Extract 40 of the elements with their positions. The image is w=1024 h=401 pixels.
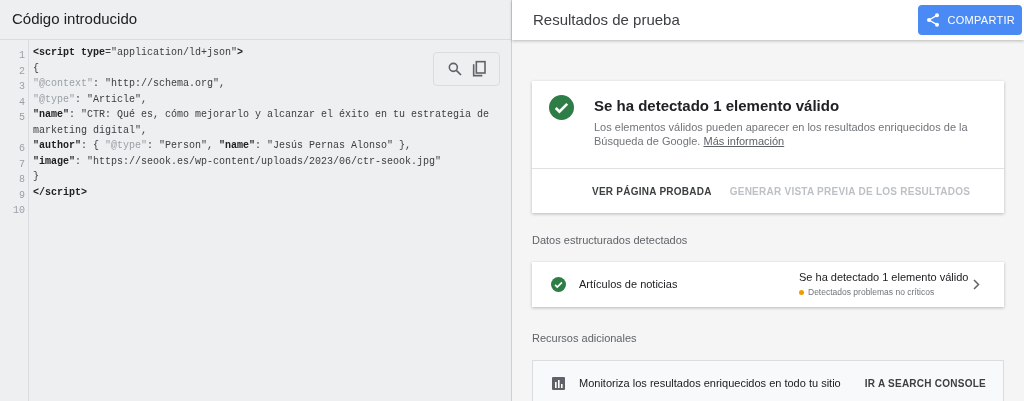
- panel-title: Resultados de prueba: [533, 9, 680, 30]
- check-icon: [549, 95, 574, 120]
- code-line: {: [33, 62, 39, 74]
- line-number: 3: [19, 81, 25, 92]
- section-heading: Recursos adicionales: [532, 330, 638, 346]
- item-note: Detectados problemas no críticos: [808, 285, 935, 299]
- structured-data-row[interactable]: Artículos de noticias Se ha detectado 1 elemento válido Detectados problemas no críticos: [532, 261, 1004, 307]
- line-number: 10: [13, 205, 25, 216]
- section-heading: Datos estructurados detectados: [532, 233, 689, 248]
- share-icon: [924, 12, 941, 28]
- code-line: "author": { "@type": "Person", "name": "Jesús Pernas Alonso" },: [33, 140, 412, 151]
- summary-description: Los elementos válidos pueden aparecer en los resultados enriquecidos de la Búsqueda de Google. Más información: [594, 120, 969, 148]
- search-console-button[interactable]: IR A SEARCH CONSOLE: [864, 376, 986, 391]
- bar-chart-icon: [552, 377, 565, 390]
- code-line: "name": "CTR: Qué es, cómo mejorarlo y alcanzar el éxito en tu estrategia de marketing digital",: [33, 109, 491, 136]
- code-line: }: [33, 171, 39, 182]
- resource-text: Monitoriza los resultados enriquecidos en todo tu sitio: [579, 376, 842, 392]
- search-icon[interactable]: [446, 61, 463, 77]
- item-name: Artículos de noticias: [579, 276, 679, 292]
- line-number: 9: [19, 189, 25, 201]
- code-line: </script>: [33, 186, 87, 198]
- line-number: 1: [19, 50, 25, 61]
- line-number: 6: [19, 143, 25, 154]
- copy-icon[interactable]: [470, 60, 487, 78]
- code-line: "@context": "http://schema.org",: [33, 78, 226, 89]
- more-info-link[interactable]: Más información: [703, 135, 785, 147]
- line-number: 8: [19, 174, 25, 185]
- code-line: <script type="application/ld+json">: [33, 47, 244, 58]
- line-number: 2: [19, 65, 25, 77]
- action-button[interactable]: VER PÁGINA PROBADA: [592, 183, 712, 199]
- check-icon: [551, 276, 566, 292]
- line-number: 4: [19, 96, 25, 108]
- line-number: 5: [19, 112, 25, 123]
- code-line: "@type": "Article",: [33, 93, 148, 105]
- item-status: Se ha detectado 1 elemento válido: [799, 270, 970, 286]
- line-number: 7: [19, 158, 25, 170]
- panel-title: Código introducido: [12, 9, 138, 30]
- code-line: "image": "https://seook.es/wp-content/uploads/2023/06/ctr-seook.jpg": [33, 155, 442, 167]
- summary-heading: Se ha detectado 1 elemento válido: [594, 96, 841, 116]
- chevron-right-icon: [973, 278, 980, 290]
